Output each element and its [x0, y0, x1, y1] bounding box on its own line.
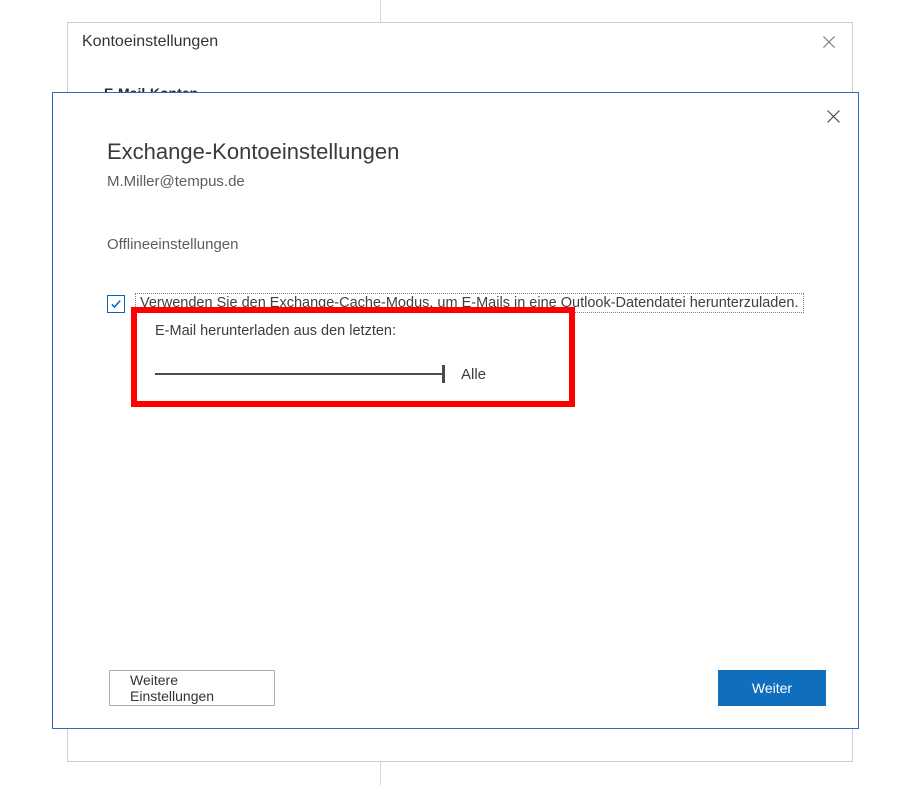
download-range-highlight: E-Mail herunterladen aus den letzten: Al… [131, 307, 575, 407]
download-range-label: E-Mail herunterladen aus den letzten: [155, 323, 553, 339]
exchange-settings-dialog: Exchange-Kontoeinstellungen M.Miller@tem… [52, 92, 859, 729]
account-email: M.Miller@tempus.de [107, 173, 828, 190]
download-range-value: Alle [461, 366, 486, 383]
exchange-dialog-close-button[interactable] [820, 103, 846, 129]
cache-mode-checkbox[interactable] [107, 295, 125, 313]
slider-track [155, 373, 445, 375]
close-icon [822, 35, 836, 49]
next-button[interactable]: Weiter [718, 670, 826, 706]
download-range-slider-row: Alle [155, 363, 553, 385]
checkmark-icon [110, 298, 122, 310]
account-settings-title: Kontoeinstellungen [82, 33, 218, 50]
close-icon [826, 109, 841, 124]
more-settings-button[interactable]: Weitere Einstellungen [109, 670, 275, 706]
download-range-slider[interactable] [155, 363, 445, 385]
exchange-dialog-title: Exchange-Kontoeinstellungen [107, 139, 828, 165]
offline-settings-header: Offlineeinstellungen [107, 236, 828, 253]
slider-thumb[interactable] [442, 365, 445, 383]
account-settings-close-button[interactable] [816, 29, 842, 55]
dialog-footer: Weitere Einstellungen Weiter [109, 670, 826, 706]
account-settings-header: Kontoeinstellungen E-Mail-Konten [68, 23, 852, 101]
